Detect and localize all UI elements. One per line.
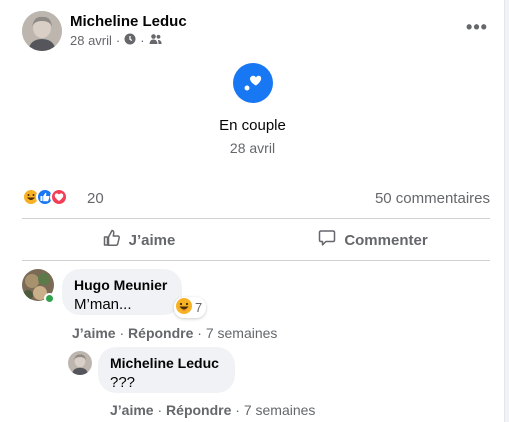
comment-text: ??? bbox=[110, 374, 136, 391]
divider bbox=[22, 218, 490, 219]
reply-author-avatar[interactable] bbox=[68, 351, 92, 375]
reply-item: Micheline Leduc ??? J’aime · Répondre · … bbox=[68, 347, 488, 422]
post-actions: J’aime Commenter bbox=[22, 222, 490, 258]
comment-reaction-badge[interactable]: 7 bbox=[174, 297, 207, 318]
thumbs-up-icon bbox=[103, 229, 121, 251]
reactions-summary: 20 50 commentaires bbox=[22, 186, 490, 210]
comment-author[interactable]: Hugo Meunier bbox=[74, 277, 170, 293]
comment-item: Hugo Meunier M’man... 7 J’aime · Répondr… bbox=[22, 269, 492, 349]
author-avatar[interactable] bbox=[22, 11, 62, 51]
clock-icon bbox=[124, 33, 136, 48]
comment-author[interactable]: Micheline Leduc bbox=[110, 355, 223, 371]
divider bbox=[22, 260, 490, 261]
meta-separator: · bbox=[140, 33, 145, 48]
online-status-indicator bbox=[44, 293, 55, 304]
comment-timestamp[interactable]: 7 semaines bbox=[206, 325, 278, 341]
meta-separator: · bbox=[115, 33, 121, 48]
comment-like-link[interactable]: J’aime bbox=[72, 325, 116, 341]
comments-count-link[interactable]: 50 commentaires bbox=[375, 190, 490, 207]
life-event-title: En couple bbox=[219, 117, 286, 134]
comment-bubble: Micheline Leduc ??? bbox=[98, 347, 235, 393]
comment-reaction-count: 7 bbox=[195, 300, 203, 315]
separator: · bbox=[197, 325, 202, 341]
reaction-icons[interactable] bbox=[22, 188, 68, 206]
haha-reaction-icon bbox=[176, 298, 192, 317]
comment-reply-link[interactable]: Répondre bbox=[128, 325, 193, 341]
post-date[interactable]: 28 avril bbox=[70, 33, 112, 48]
reaction-count[interactable]: 20 bbox=[87, 190, 104, 207]
separator: · bbox=[119, 325, 125, 341]
more-options-icon[interactable]: ••• bbox=[462, 15, 492, 39]
post-header: Micheline Leduc 28 avril · · ••• bbox=[22, 11, 492, 55]
comment-reply-link[interactable]: Répondre bbox=[166, 402, 231, 418]
comment-actions: J’aime · Répondre · 7 semaines bbox=[72, 325, 277, 341]
like-button-label: J’aime bbox=[128, 231, 176, 249]
speech-bubble-icon bbox=[318, 229, 336, 251]
love-reaction-icon bbox=[50, 188, 68, 206]
post-meta: 28 avril · · bbox=[70, 33, 162, 48]
comment-bubble: Hugo Meunier M’man... bbox=[62, 269, 182, 315]
comment-timestamp[interactable]: 7 semaines bbox=[244, 402, 316, 418]
separator: · bbox=[235, 402, 240, 418]
post-card: Micheline Leduc 28 avril · · ••• En coup… bbox=[0, 0, 505, 422]
comment-actions: J’aime · Répondre · 7 semaines bbox=[110, 402, 315, 418]
post-author-name[interactable]: Micheline Leduc bbox=[70, 13, 187, 30]
friends-icon[interactable] bbox=[149, 33, 162, 48]
life-event: En couple 28 avril bbox=[0, 63, 505, 156]
comment-like-link[interactable]: J’aime bbox=[110, 402, 154, 418]
heart-event-icon bbox=[232, 63, 273, 103]
comment-button[interactable]: Commenter bbox=[256, 222, 490, 258]
comment-button-label: Commenter bbox=[344, 231, 428, 249]
life-event-date: 28 avril bbox=[229, 140, 276, 156]
like-button[interactable]: J’aime bbox=[22, 222, 256, 258]
comment-text: M’man... bbox=[74, 296, 132, 313]
separator: · bbox=[157, 402, 163, 418]
